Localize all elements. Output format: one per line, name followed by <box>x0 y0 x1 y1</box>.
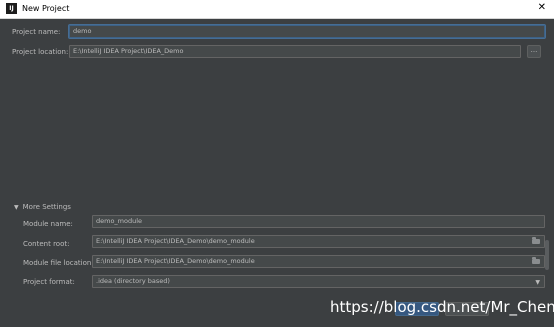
more-settings-toggle[interactable]: ▼ More Settings <box>14 203 71 211</box>
content-root-input[interactable]: E:\IntelliJ IDEA Project\IDEA_Demo\demo_… <box>92 235 545 248</box>
intellij-icon: IJ <box>6 3 17 14</box>
project-format-value: .idea (directory based) <box>96 277 170 285</box>
watermark: https://blog.csdn.net/Mr_Chenn <box>330 298 554 316</box>
project-name-label: Project name: <box>12 28 61 36</box>
more-settings-label: More Settings <box>22 203 71 211</box>
module-name-input[interactable]: demo_module <box>92 215 545 228</box>
close-icon[interactable]: ✕ <box>538 2 546 13</box>
project-format-label: Project format: <box>23 278 75 286</box>
module-file-location-input[interactable]: E:\IntelliJ IDEA Project\IDEA_Demo\demo_… <box>92 255 545 268</box>
triangle-down-icon: ▼ <box>14 204 19 211</box>
content-root-value: E:\IntelliJ IDEA Project\IDEA_Demo\demo_… <box>96 237 255 245</box>
module-name-label: Module name: <box>23 220 73 228</box>
project-name-input[interactable]: demo <box>69 25 545 38</box>
project-location-label: Project location: <box>12 48 69 56</box>
chevron-down-icon: ▼ <box>535 279 540 286</box>
project-location-input[interactable]: E:\IntelliJ IDEA Project\IDEA_Demo <box>69 45 521 58</box>
folder-icon[interactable] <box>532 257 540 264</box>
module-file-location-value: E:\IntelliJ IDEA Project\IDEA_Demo\demo_… <box>96 257 255 265</box>
scrollbar[interactable] <box>545 240 549 270</box>
window-title: New Project <box>22 4 70 13</box>
module-file-location-label: Module file location: <box>23 259 94 267</box>
project-format-select[interactable]: .idea (directory based) ▼ <box>92 275 545 288</box>
folder-icon[interactable] <box>532 237 540 244</box>
content-root-label: Content root: <box>23 240 70 248</box>
browse-button[interactable]: ... <box>527 45 541 58</box>
title-bar: IJ New Project ✕ <box>0 0 554 19</box>
dialog-content: Project name: demo Project location: E:\… <box>5 19 549 322</box>
